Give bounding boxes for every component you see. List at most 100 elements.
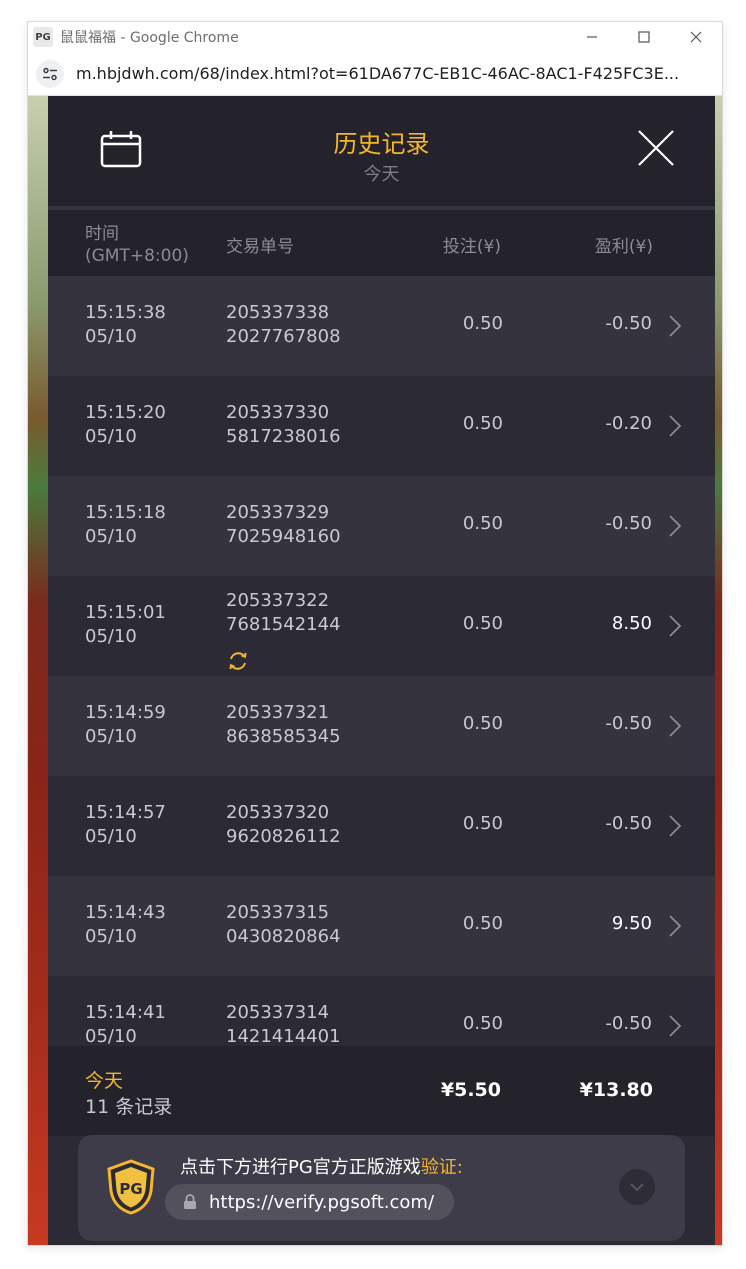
records-list[interactable]: 15:15:38 05/10 205337338 2027767808 0.50 -… [48, 276, 715, 1046]
col-timezone-label: (GMT+8:00) [85, 246, 189, 266]
verify-url[interactable]: https://verify.pgsoft.com/ [209, 1192, 434, 1213]
chevron-right-icon[interactable] [668, 914, 682, 938]
maximize-icon[interactable] [618, 22, 670, 52]
page-title: 历史记录 [333, 130, 430, 158]
row-txn: 205337330 [226, 402, 330, 423]
chevron-right-icon[interactable] [668, 414, 682, 438]
row-date: 05/10 [85, 526, 137, 547]
col-bet-header: 投注(¥) [442, 237, 501, 257]
chevron-right-icon[interactable] [668, 314, 682, 338]
row-date: 05/10 [85, 326, 137, 347]
row-bet: 0.50 [462, 813, 503, 834]
row-txn: 205337322 [226, 590, 330, 611]
history-header: 历史记录 今天 [48, 96, 715, 206]
row-txn: 7025948160 [226, 526, 341, 547]
window-controls [566, 22, 722, 52]
verify-message: 点击下方进行PG官方正版游戏验证: [180, 1157, 463, 1178]
svg-text:PG: PG [119, 1180, 142, 1198]
row-profit: -0.50 [605, 1013, 652, 1034]
row-profit: -0.50 [605, 313, 652, 334]
verify-banner: PG 点击下方进行PG官方正版游戏验证: https://verify.pgso… [78, 1135, 685, 1241]
address-bar: m.hbjdwh.com/68/index.html?ot=61DA677C-E… [28, 52, 722, 96]
close-icon[interactable] [636, 128, 676, 168]
row-txn: 5817238016 [226, 426, 341, 447]
row-bet: 0.50 [462, 913, 503, 934]
table-row[interactable]: 15:15:18 05/10 205337329 7025948160 0.50 -… [48, 476, 715, 576]
row-profit: -0.50 [605, 513, 652, 534]
pg-shield-icon: PG [107, 1159, 155, 1215]
free-spin-icon [229, 652, 247, 670]
lock-icon [184, 1194, 196, 1209]
row-date: 05/10 [85, 826, 137, 847]
row-txn: 205337329 [226, 502, 330, 523]
row-txn: 9620826112 [226, 826, 341, 847]
date-filter-label: 今天 [363, 164, 400, 185]
row-profit: -0.20 [605, 413, 652, 434]
table-row[interactable]: 15:14:57 05/10 205337320 9620826112 0.50 -… [48, 776, 715, 876]
row-profit: -0.50 [605, 813, 652, 834]
table-row[interactable]: 15:15:01 05/10 205337322 7681542144 0.50 8… [48, 576, 715, 676]
total-bet: ¥5.50 [440, 1079, 501, 1101]
chevron-right-icon[interactable] [668, 814, 682, 838]
minimize-icon[interactable] [566, 22, 618, 52]
row-time: 15:15:01 [85, 602, 166, 623]
row-txn: 0430820864 [226, 926, 341, 947]
close-window-icon[interactable] [670, 22, 722, 52]
row-bet: 0.50 [462, 413, 503, 434]
history-panel: 历史记录 今天 时间 (GMT+8:00) 交易单号 投注(¥) 盈利(¥) 1… [48, 96, 715, 1245]
row-bet: 0.50 [462, 713, 503, 734]
page-viewport: 历史记录 今天 时间 (GMT+8:00) 交易单号 投注(¥) 盈利(¥) 1… [28, 96, 722, 1245]
record-count: 11 条记录 [85, 1096, 173, 1118]
url-field[interactable]: m.hbjdwh.com/68/index.html?ot=61DA677C-E… [76, 64, 706, 83]
summary-footer: 今天 11 条记录 ¥5.50 ¥13.80 [48, 1046, 715, 1136]
row-time: 15:14:59 [85, 702, 166, 723]
row-txn: 1421414401 [226, 1026, 341, 1046]
row-profit: 9.50 [611, 913, 652, 934]
col-profit-header: 盈利(¥) [594, 237, 653, 257]
row-bet: 0.50 [462, 313, 503, 334]
row-txn: 205337320 [226, 802, 330, 823]
row-txn: 7681542144 [226, 614, 341, 635]
row-txn: 205337321 [226, 702, 330, 723]
table-row[interactable]: 15:14:41 05/10 205337314 1421414401 0.50 -… [48, 976, 715, 1046]
row-profit: 8.50 [611, 613, 652, 634]
row-time: 15:15:18 [85, 502, 166, 523]
row-date: 05/10 [85, 726, 137, 747]
column-header: 时间 (GMT+8:00) 交易单号 投注(¥) 盈利(¥) [48, 210, 715, 276]
row-date: 05/10 [85, 1026, 137, 1046]
total-profit: ¥13.80 [579, 1079, 653, 1101]
chevron-right-icon[interactable] [668, 514, 682, 538]
browser-window: PG 鼠鼠福福 - Google Chrome m.hbjdwh.com/68/… [28, 22, 722, 1245]
site-info-icon[interactable] [36, 59, 64, 88]
col-txn-header: 交易单号 [226, 237, 294, 257]
row-time: 15:14:57 [85, 802, 166, 823]
row-profit: -0.50 [605, 713, 652, 734]
row-time: 15:14:41 [85, 1002, 166, 1023]
chevron-right-icon[interactable] [668, 714, 682, 738]
row-date: 05/10 [85, 426, 137, 447]
row-time: 15:15:20 [85, 402, 166, 423]
row-time: 15:15:38 [85, 302, 166, 323]
row-txn: 205337338 [226, 302, 330, 323]
pg-favicon-icon: PG [33, 27, 53, 47]
table-row[interactable]: 15:15:38 05/10 205337338 2027767808 0.50 -… [48, 276, 715, 376]
col-time-header: 时间 [85, 224, 119, 244]
row-date: 05/10 [85, 926, 137, 947]
chevron-down-icon [630, 1183, 644, 1192]
table-row[interactable]: 15:15:20 05/10 205337330 5817238016 0.50 -… [48, 376, 715, 476]
title-bar: PG 鼠鼠福福 - Google Chrome [28, 22, 722, 52]
chevron-right-icon[interactable] [668, 614, 682, 638]
table-row[interactable]: 15:14:59 05/10 205337321 8638585345 0.50 -… [48, 676, 715, 776]
chevron-right-icon[interactable] [668, 1014, 682, 1038]
verify-link[interactable]: https://verify.pgsoft.com/ [165, 1184, 454, 1220]
collapse-button[interactable] [619, 1169, 655, 1205]
row-date: 05/10 [85, 626, 137, 647]
row-txn: 205337315 [226, 902, 330, 923]
table-row[interactable]: 15:14:43 05/10 205337315 0430820864 0.50 9… [48, 876, 715, 976]
window-title: 鼠鼠福福 - Google Chrome [60, 30, 239, 46]
row-bet: 0.50 [462, 613, 503, 634]
row-txn: 8638585345 [226, 726, 341, 747]
row-bet: 0.50 [462, 513, 503, 534]
row-txn: 205337314 [226, 1002, 330, 1023]
summary-period: 今天 [85, 1070, 124, 1092]
